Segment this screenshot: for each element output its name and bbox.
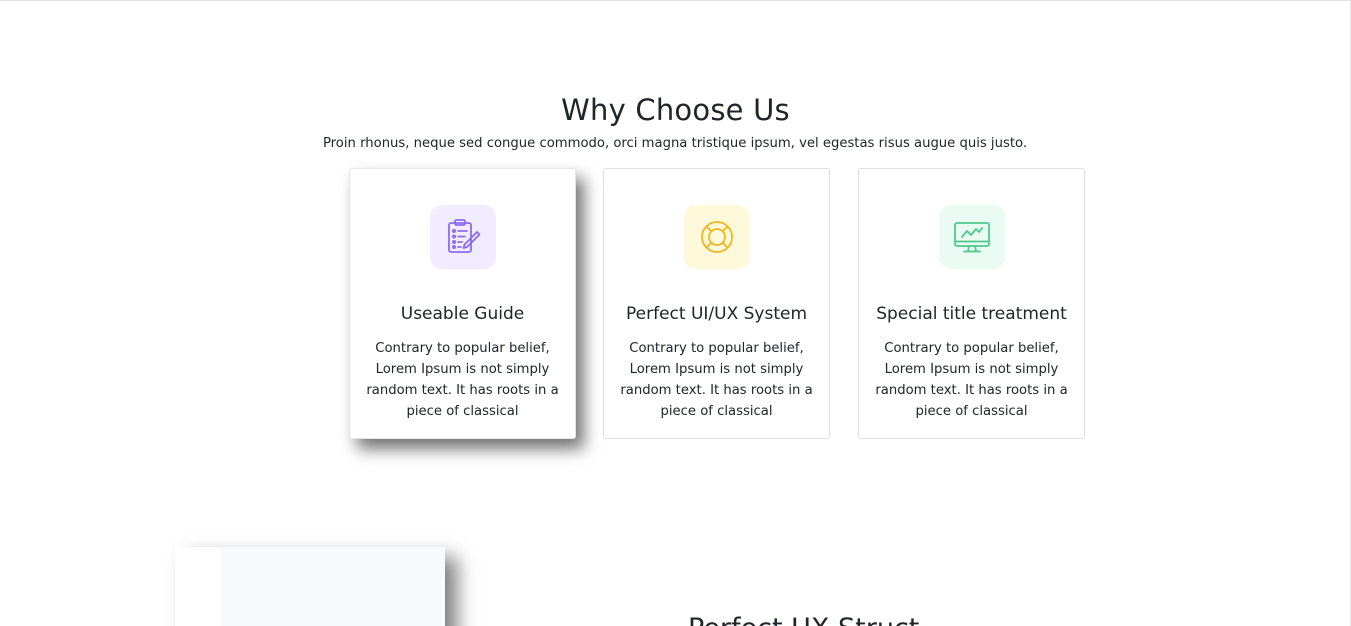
section-subtitle: Proin rhonus, neque sed congue commodo, … [322, 136, 1028, 151]
icon-badge [430, 205, 496, 269]
card-title: Perfect UI/UX System [625, 304, 808, 324]
icon-badge [939, 205, 1005, 269]
image-panel [221, 547, 445, 626]
lifebuoy-icon [701, 221, 733, 253]
next-section-heading: Perfect UX Struct [688, 613, 919, 626]
card-title: Special title treatment [876, 304, 1067, 324]
clipboard-edit-icon [448, 219, 481, 253]
icon-badge [684, 205, 750, 269]
feature-card-special-title-treatment[interactable]: Special title treatment Contrary to popu… [858, 168, 1085, 439]
card-title: Useable Guide [400, 304, 525, 324]
card-text: Contrary to popular belief, Lorem Ipsum … [620, 341, 813, 419]
card-text: Contrary to popular belief, Lorem Ipsum … [875, 341, 1068, 419]
section-title: Why Choose Us [561, 93, 790, 127]
feature-card-useable-guide[interactable]: Useable Guide Contrary to popular belief… [349, 168, 576, 439]
feature-image [175, 547, 445, 626]
card-text: Contrary to popular belief, Lorem Ipsum … [366, 341, 559, 419]
monitor-chart-icon [954, 222, 990, 253]
feature-card-perfect-ui-ux-system[interactable]: Perfect UI/UX System Contrary to popular… [603, 168, 830, 439]
page: Why Choose Us Proin rhonus, neque sed co… [0, 0, 1351, 626]
